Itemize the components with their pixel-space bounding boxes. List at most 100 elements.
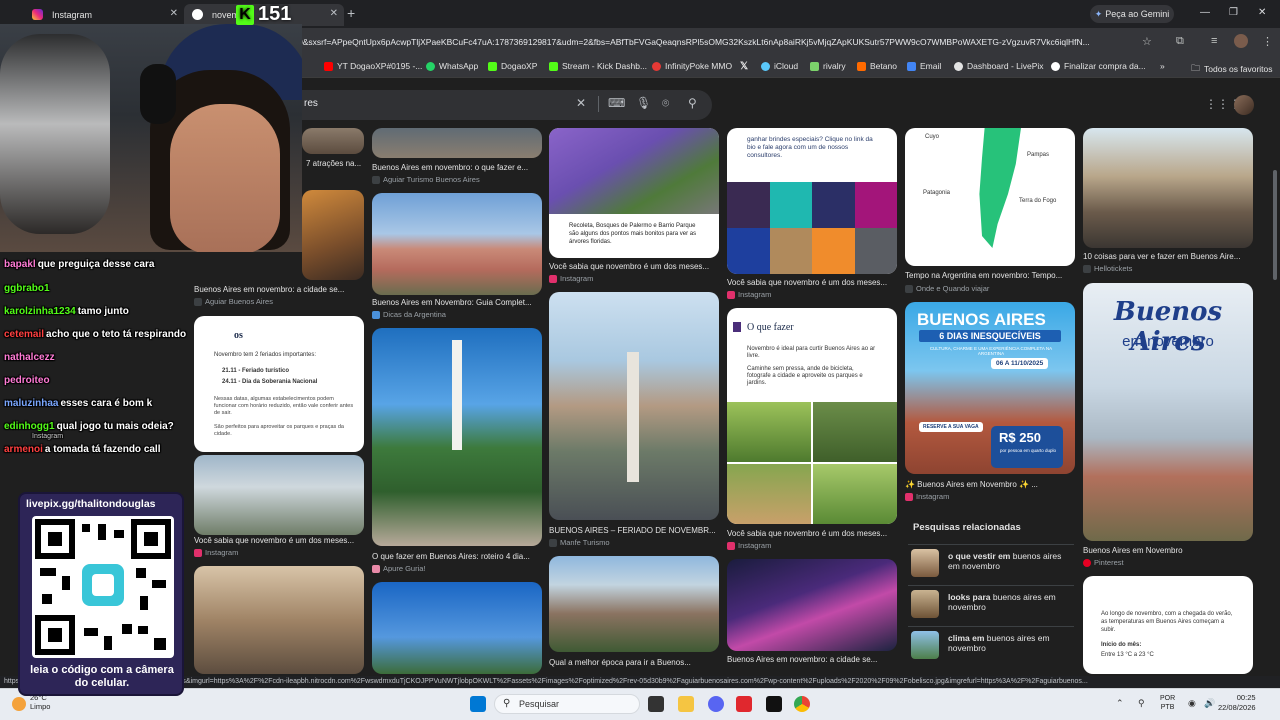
result-caption[interactable]: Buenos Aires em Novembro: Guia Complet..…: [372, 298, 544, 307]
result-source[interactable]: Pinterest: [1083, 558, 1124, 567]
bookmark-item[interactable]: WhatsApp: [426, 61, 478, 71]
reading-list-icon[interactable]: ≡: [1211, 35, 1217, 47]
bookmark-item[interactable]: Finalizar compra da...: [1051, 61, 1146, 71]
chrome-icon[interactable]: [794, 696, 810, 712]
scrollbar-thumb[interactable]: [1273, 170, 1277, 280]
image-result[interactable]: [194, 455, 364, 535]
file-explorer-icon[interactable]: [678, 696, 694, 712]
result-caption[interactable]: 10 coisas para ver e fazer em Buenos Air…: [1083, 252, 1255, 261]
result-source[interactable]: Onde e Quando viajar: [905, 284, 989, 293]
bookmark-item[interactable]: Stream - Kick Dashb...: [549, 61, 647, 71]
volume-icon[interactable]: 🔊: [1204, 698, 1215, 709]
image-result[interactable]: [372, 582, 542, 674]
image-result[interactable]: Cuyo Pampas Patagonia Terra do Fogo: [905, 128, 1075, 266]
tray-chevron-icon[interactable]: ⌃: [1116, 698, 1124, 709]
result-caption[interactable]: Você sabia que novembro é um dos meses..…: [727, 278, 899, 287]
bookmark-item[interactable]: iCloud: [761, 61, 798, 71]
gemini-button[interactable]: ✦ Peça ao Gemini: [1090, 5, 1174, 23]
clock[interactable]: 00:25 22/08/2026: [1218, 693, 1256, 713]
tab-instagram[interactable]: Instagram ✕: [24, 4, 184, 26]
result-caption[interactable]: Você sabia que novembro é um dos meses..…: [727, 529, 899, 538]
image-result[interactable]: [549, 556, 719, 652]
image-result[interactable]: BUENOS AIRES 6 DIAS INESQUECÍVEIS CULTUR…: [905, 302, 1075, 474]
image-result[interactable]: [372, 128, 542, 158]
result-caption[interactable]: Tempo na Argentina em novembro: Tempo...: [905, 271, 1077, 280]
result-caption[interactable]: BUENOS AIRES – FERIADO DE NOVEMBR...: [549, 526, 721, 535]
network-icon[interactable]: ◉: [1188, 698, 1196, 709]
image-result[interactable]: [302, 128, 364, 154]
result-caption[interactable]: 7 atrações na...: [306, 159, 366, 168]
close-icon[interactable]: ✕: [330, 8, 338, 19]
close-icon[interactable]: ✕: [170, 8, 178, 19]
result-caption[interactable]: Você sabia que novembro é um dos meses..…: [194, 536, 366, 545]
close-window-icon[interactable]: ✕: [1258, 7, 1266, 18]
result-source[interactable]: Hellotickets: [1083, 264, 1132, 273]
avatar[interactable]: [1234, 95, 1254, 115]
image-result[interactable]: Ao longo de novembro, com a chegada do v…: [1083, 576, 1253, 674]
image-result[interactable]: Recoleta, Bosques de Palermo e Barrio Pa…: [549, 128, 719, 258]
bookmark-item[interactable]: rivalry: [810, 61, 846, 71]
bookmark-item[interactable]: YT DogaoXP#0195 -...: [324, 61, 422, 71]
menu-icon[interactable]: ⋮: [1262, 35, 1273, 48]
image-result[interactable]: [727, 559, 897, 651]
result-source[interactable]: Instagram: [194, 548, 238, 557]
result-source[interactable]: Manfe Turismo: [549, 538, 610, 547]
bookmark-item[interactable]: Email: [907, 61, 941, 71]
result-source[interactable]: Aguiar Turismo Buenos Aires: [372, 175, 480, 184]
extensions-icon[interactable]: ⧉: [1176, 35, 1184, 48]
address-bar[interactable]: 0&sxsrf=APpeQntUpx6pAcwpTljXPaeKBCuFc47u…: [298, 33, 1138, 51]
language-indicator[interactable]: POR PTB: [1160, 694, 1175, 712]
bookmark-item[interactable]: DogaoXP: [488, 61, 537, 71]
image-result[interactable]: Buenos Aires em novembro: [1083, 283, 1253, 541]
lens-icon[interactable]: ⌾: [662, 96, 669, 111]
result-caption[interactable]: Buenos Aires em novembro: a cidade se...: [727, 655, 899, 664]
result-source[interactable]: Apure Guria!: [372, 564, 426, 573]
star-icon[interactable]: ☆: [1142, 35, 1152, 48]
bookmark-item[interactable]: Betano: [857, 61, 897, 71]
profile-avatar[interactable]: [1234, 34, 1248, 48]
task-view-icon[interactable]: [648, 696, 664, 712]
clear-icon[interactable]: ✕: [576, 96, 586, 110]
bookmark-item[interactable]: Dashboard - LivePix: [954, 61, 1044, 71]
minimize-icon[interactable]: —: [1200, 7, 1210, 18]
bookmark-item[interactable]: InfinityPoke MMO: [652, 61, 732, 71]
result-source[interactable]: Instagram: [549, 274, 593, 283]
discord-icon[interactable]: [708, 696, 724, 712]
image-result[interactable]: [372, 328, 542, 546]
maximize-icon[interactable]: ❐: [1229, 7, 1238, 18]
new-tab-icon[interactable]: +: [347, 5, 355, 21]
result-caption[interactable]: O que fazer em Buenos Aires: roteiro 4 d…: [372, 552, 544, 561]
related-search-item[interactable]: clima em buenos aires em novembro: [908, 626, 1074, 662]
result-source[interactable]: Instagram: [727, 290, 771, 299]
related-search-item[interactable]: looks para buenos aires em novembro: [908, 585, 1074, 621]
image-result[interactable]: O que fazer Novembro é ideal para curtir…: [727, 308, 897, 524]
image-result[interactable]: [1083, 128, 1253, 248]
ad-title: BUENOS AIRES: [917, 310, 1046, 329]
all-favorites[interactable]: 🗀 Todos os favoritos: [1191, 61, 1273, 77]
more-bookmarks-icon[interactable]: »: [1160, 61, 1165, 71]
mic-icon[interactable]: 🎙: [636, 96, 651, 110]
bookmark-item[interactable]: 𝕏: [740, 61, 748, 72]
qr-caption: leia o código com a câmera do celular.: [30, 664, 174, 689]
app-icon[interactable]: [736, 696, 752, 712]
result-caption[interactable]: Qual a melhor época para ir a Buenos...: [549, 658, 721, 667]
taskbar-search[interactable]: ⚲ Pesquisar: [494, 694, 640, 714]
image-result[interactable]: [302, 190, 364, 280]
result-source[interactable]: Dicas da Argentina: [372, 310, 446, 319]
result-source[interactable]: Instagram: [905, 492, 949, 501]
related-search-item[interactable]: o que vestir em buenos aires em novembro: [908, 544, 1074, 580]
windows-start-icon[interactable]: [470, 696, 486, 712]
result-caption[interactable]: Buenos Aires em Novembro: [1083, 546, 1255, 555]
image-result[interactable]: [549, 292, 719, 520]
keyboard-icon[interactable]: ⌨: [608, 96, 625, 110]
tray-app-icon[interactable]: ⚲: [1138, 698, 1145, 709]
result-caption[interactable]: Buenos Aires em novembro: o que fazer e.…: [372, 163, 544, 172]
search-icon[interactable]: ⚲: [688, 96, 697, 110]
image-result[interactable]: [194, 566, 364, 674]
obs-icon[interactable]: [766, 696, 782, 712]
result-source[interactable]: Instagram: [727, 541, 771, 550]
result-caption[interactable]: ✨ Buenos Aires em Novembro ✨ ...: [905, 480, 1077, 489]
image-result[interactable]: ganhar brindes especiais? Clique no link…: [727, 128, 897, 274]
image-result[interactable]: [372, 193, 542, 295]
result-caption[interactable]: Você sabia que novembro é um dos meses..…: [549, 262, 721, 271]
